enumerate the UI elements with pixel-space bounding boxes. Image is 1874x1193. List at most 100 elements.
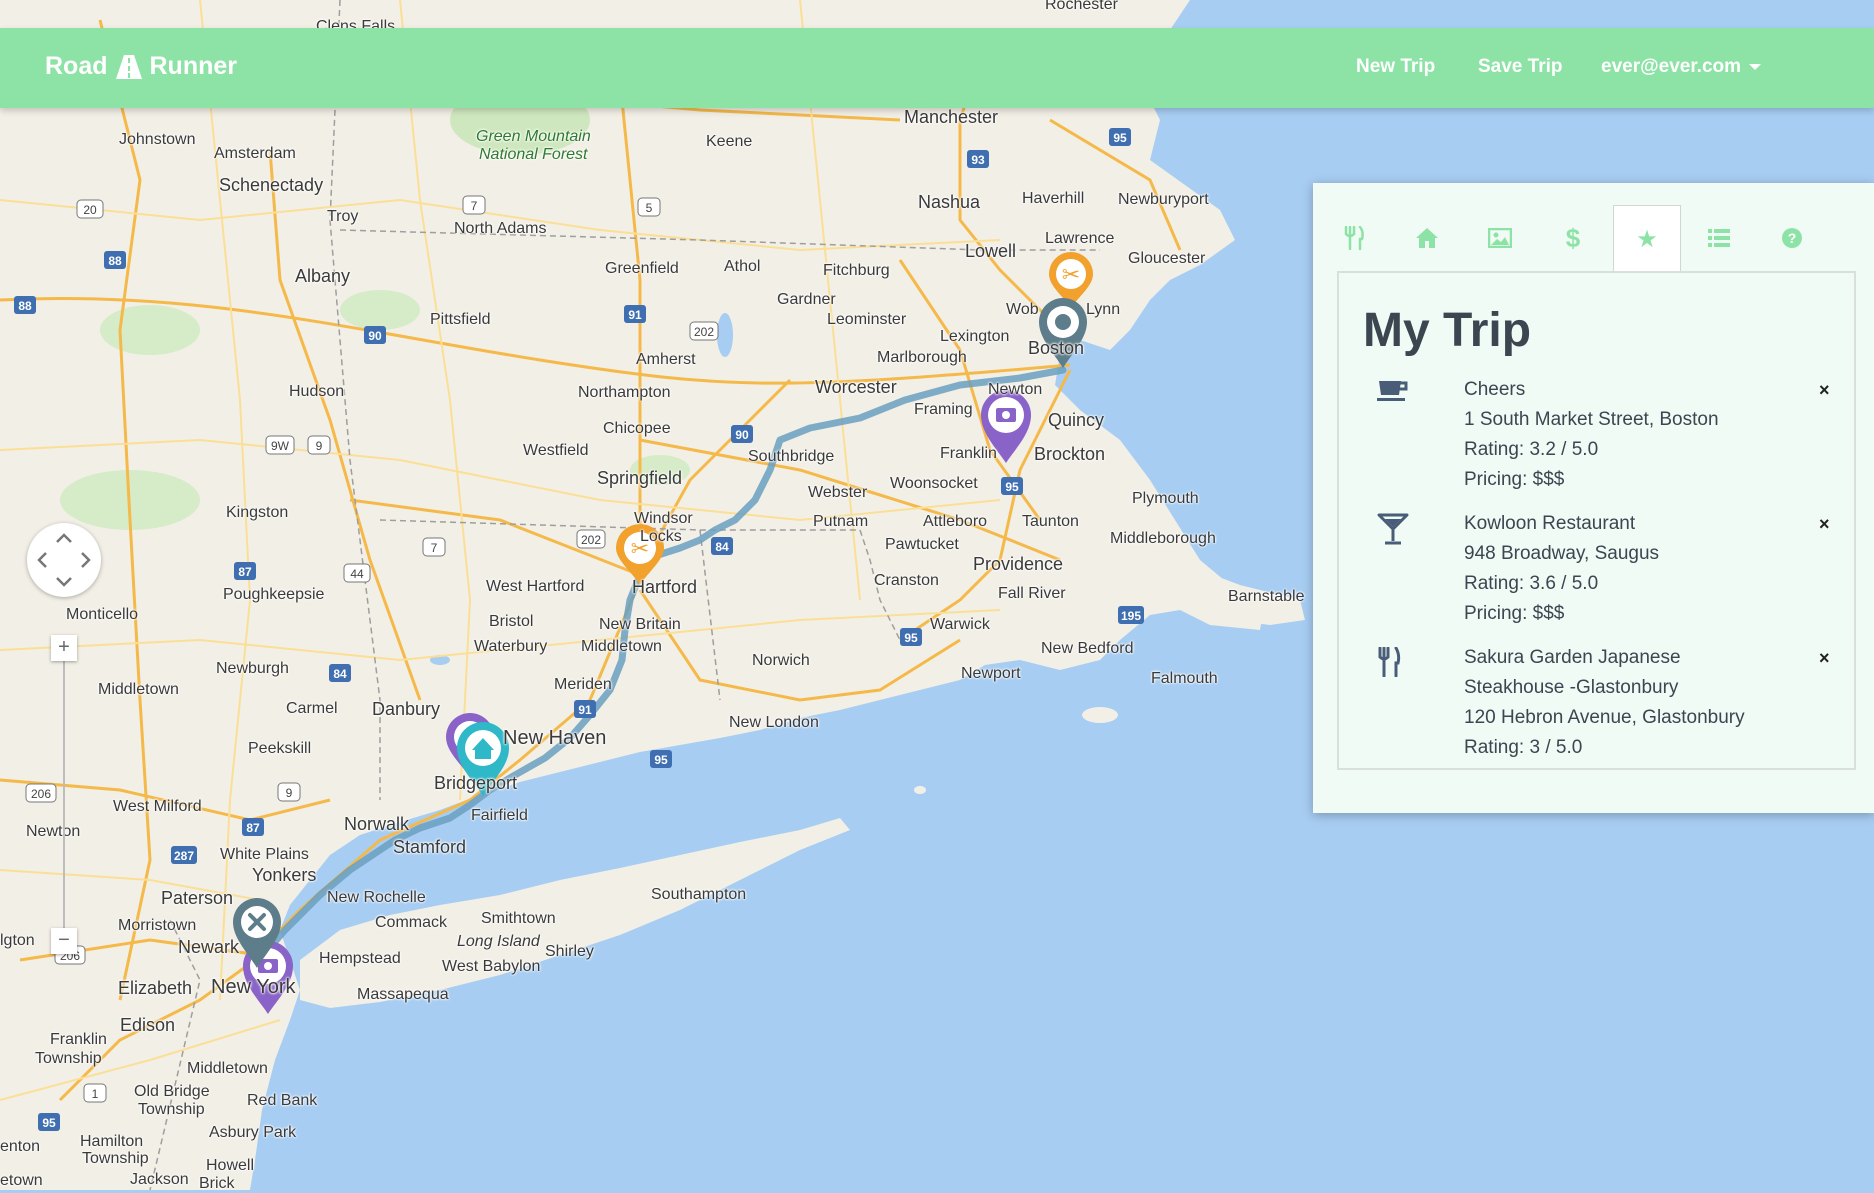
trip-item-address: 1 South Market Street, Boston	[1464, 409, 1719, 430]
zoom-in-button[interactable]: +	[51, 635, 77, 661]
map-label: Meriden	[554, 676, 612, 693]
remove-item-button[interactable]: ×	[1819, 514, 1830, 535]
map-label: Massapequa	[357, 986, 449, 1003]
map-label: Fitchburg	[823, 262, 890, 279]
svg-text:84: 84	[333, 667, 347, 681]
map-label: Attleboro	[923, 513, 988, 530]
svg-text:1: 1	[92, 1087, 99, 1101]
map-label: Danbury	[372, 699, 441, 719]
map-label: Asbury Park	[209, 1124, 297, 1141]
map-label: Southbridge	[748, 448, 835, 465]
map-label: Waterbury	[474, 638, 548, 655]
svg-text:202: 202	[581, 533, 601, 547]
map-label: Brockton	[1034, 444, 1106, 464]
map-label: Plymouth	[1132, 490, 1199, 507]
map-label: Westfield	[523, 442, 589, 459]
map-label: Middletown	[581, 638, 662, 655]
question-icon: ?	[1782, 228, 1802, 248]
zoom-slider-track[interactable]	[63, 645, 65, 945]
map-label: Elizabeth	[118, 978, 193, 998]
map-label: Newburgh	[216, 660, 289, 677]
trip-item-pricing: Pricing: $$$	[1464, 469, 1565, 490]
save-trip-link[interactable]: Save Trip	[1478, 56, 1563, 78]
map-label: Bridgeport	[434, 773, 518, 793]
svg-text:44: 44	[350, 567, 364, 581]
map-label: Boston	[1028, 338, 1085, 358]
map-label: Hamilton	[80, 1133, 144, 1150]
map-label: Morristown	[118, 917, 197, 934]
map-label: Howell	[206, 1157, 255, 1174]
map-label: Marlborough	[877, 349, 967, 366]
tab-lodging[interactable]	[1394, 205, 1460, 271]
trip-item-name-continued: Steakhouse -Glastonbury	[1464, 677, 1679, 698]
map-label: Hartford	[632, 577, 698, 597]
svg-text:91: 91	[578, 703, 592, 717]
svg-text:9: 9	[316, 439, 323, 453]
map-label: Quincy	[1048, 410, 1105, 430]
map-label: Lexington	[940, 328, 1010, 345]
svg-text:93: 93	[971, 153, 985, 167]
svg-text:206: 206	[31, 787, 51, 801]
map-label: Northampton	[578, 384, 671, 401]
map-label: Greenfield	[605, 260, 679, 277]
pan-arrows-icon	[37, 533, 91, 587]
fork-knife-icon	[1377, 646, 1401, 682]
svg-text:95: 95	[42, 1116, 56, 1130]
map-label: Fairfield	[471, 807, 528, 824]
remove-item-button[interactable]: ×	[1819, 380, 1830, 401]
map-label: Newton	[988, 381, 1043, 398]
svg-text:88: 88	[18, 299, 32, 313]
map-label: Monticello	[66, 606, 139, 623]
svg-text:195: 195	[1121, 609, 1141, 623]
map-label: Middletown	[98, 681, 179, 698]
trip-item-rating: Rating: 3.2 / 5.0	[1464, 439, 1599, 460]
tab-favorites[interactable]: ★	[1613, 205, 1681, 273]
map-label: Pittsfield	[430, 311, 491, 328]
map-label: Providence	[973, 554, 1064, 574]
map-label: Middletown	[187, 1060, 268, 1077]
map-label: Newton	[26, 823, 81, 840]
map-label: Township	[82, 1150, 149, 1167]
map-label: Shirley	[545, 943, 594, 960]
map-label: Haverhill	[1022, 190, 1085, 207]
map-label: Newport	[961, 665, 1021, 682]
map-label: Jackson	[130, 1171, 189, 1188]
map-label: Locks	[640, 528, 682, 545]
brand-second-word: Runner	[149, 52, 238, 80]
map-label: Putnam	[813, 513, 869, 530]
trip-item-details: Cheers 1 South Market Street, Boston Rat…	[1464, 375, 1794, 495]
svg-text:95: 95	[1005, 480, 1019, 494]
tab-itinerary[interactable]	[1686, 205, 1752, 271]
tab-sights[interactable]	[1467, 205, 1533, 271]
map-label: Amherst	[636, 351, 696, 368]
remove-item-button[interactable]: ×	[1819, 648, 1830, 669]
map-label: Schenectady	[219, 175, 324, 195]
home-icon	[1416, 228, 1438, 248]
user-email: ever@ever.com	[1601, 56, 1742, 77]
tab-restaurants[interactable]	[1321, 205, 1387, 271]
map-label: Franklin	[50, 1031, 107, 1048]
new-trip-link[interactable]: New Trip	[1356, 56, 1435, 78]
map-label: Peekskill	[248, 740, 312, 757]
map-label: North Adams	[454, 220, 547, 237]
zoom-out-button[interactable]: −	[51, 928, 77, 954]
brand-logo[interactable]: Road Runner	[45, 52, 237, 81]
map-label: New Bedford	[1041, 640, 1134, 657]
tab-help[interactable]: ?	[1759, 205, 1825, 271]
map-label: Yonkers	[252, 865, 317, 885]
map-label: Athol	[724, 258, 761, 275]
user-menu-dropdown[interactable]: ever@ever.com	[1601, 56, 1762, 78]
tab-budget[interactable]: $	[1540, 205, 1606, 271]
map-label: West Milford	[113, 798, 202, 815]
list-icon	[1708, 229, 1730, 247]
svg-text:95: 95	[904, 631, 918, 645]
pan-control[interactable]	[27, 523, 101, 597]
map-label: Edison	[120, 1015, 176, 1035]
svg-text:9W: 9W	[271, 439, 290, 453]
map-label: Paterson	[161, 888, 234, 908]
svg-text:5: 5	[646, 201, 653, 215]
map-label: Commack	[375, 914, 448, 931]
trip-item-name: Kowloon Restaurant	[1464, 513, 1636, 534]
map-label: Smithtown	[481, 910, 556, 927]
island	[914, 786, 926, 794]
